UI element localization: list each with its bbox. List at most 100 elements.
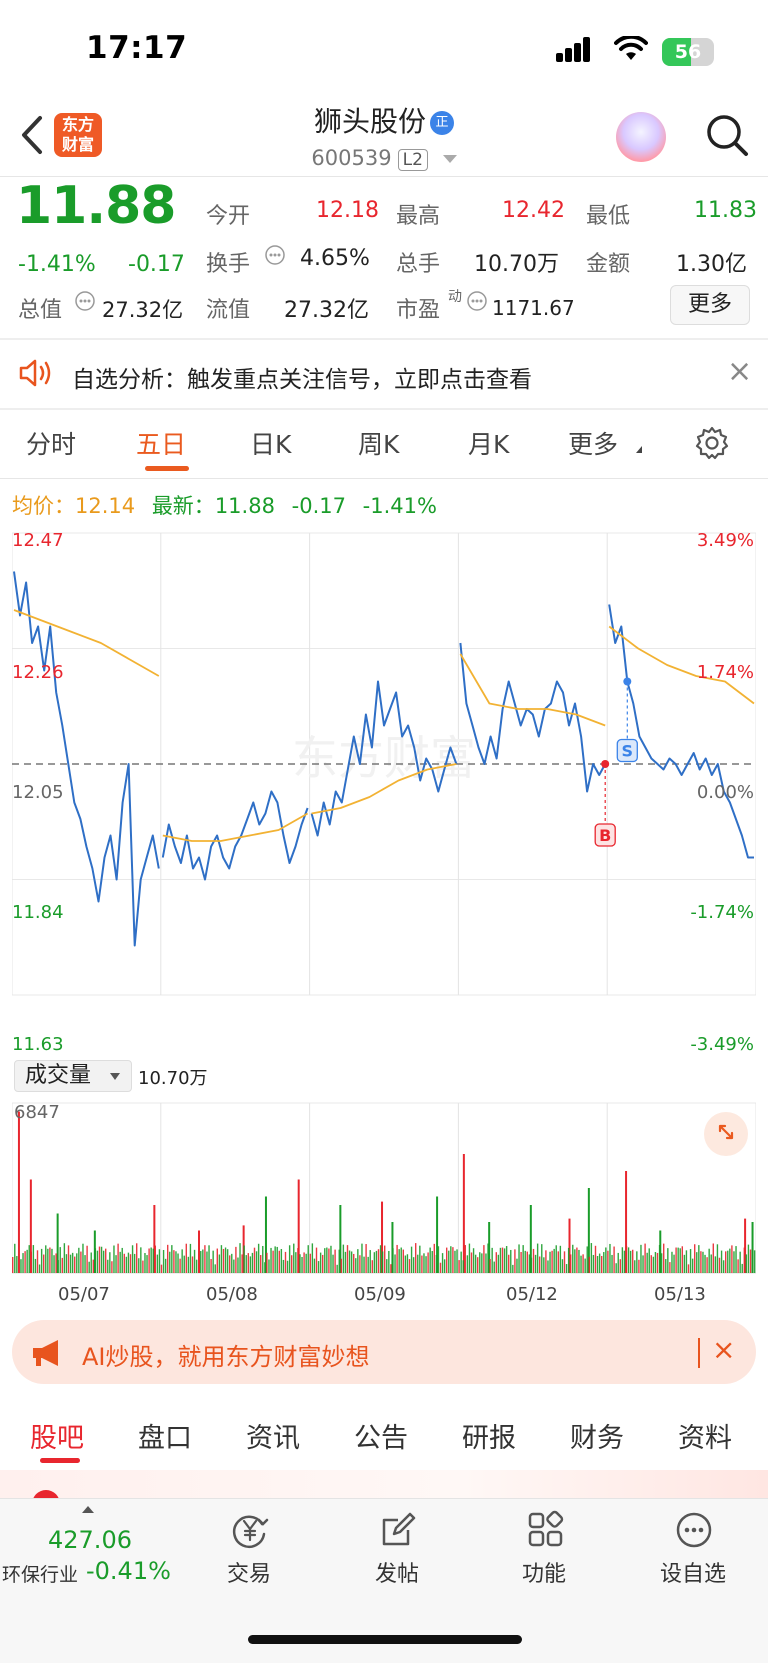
volume-bar: [398, 1249, 400, 1273]
volume-bar: [311, 1243, 314, 1273]
price-chart[interactable]: 东方财富 SB: [12, 527, 756, 1057]
volume-bar: [59, 1247, 61, 1273]
trade-yen-icon[interactable]: [230, 1510, 270, 1550]
volume-bar: [57, 1260, 59, 1273]
volume-bar: [629, 1250, 632, 1273]
volume-bar: [30, 1251, 32, 1273]
latest-percent: -1.41%: [362, 494, 437, 518]
volume-bar: [601, 1255, 603, 1273]
compose-icon[interactable]: [378, 1510, 418, 1550]
volume-bar: [51, 1248, 53, 1273]
volume-bar: [191, 1256, 194, 1273]
volume-bar: [400, 1247, 402, 1273]
pct-tick-label: 0.00%: [696, 782, 754, 803]
volume-bar: [522, 1245, 524, 1273]
sector-change[interactable]: -0.41%: [86, 1557, 171, 1585]
tab-announcements[interactable]: 公告: [354, 1416, 408, 1455]
signal-text[interactable]: 自选分析：触发重点关注信号，立即点击查看: [72, 360, 532, 394]
tab-more[interactable]: 更多: [568, 425, 618, 461]
indicator-select[interactable]: 成交量: [14, 1060, 132, 1092]
volume-bar: [17, 1111, 20, 1273]
volume-total: 10.70万: [138, 1068, 208, 1089]
settings-gear-icon[interactable]: [694, 425, 730, 461]
volume-bar: [741, 1263, 743, 1273]
volume-bar: [648, 1248, 650, 1273]
volume-bar: [586, 1246, 588, 1273]
volume-bar: [317, 1261, 320, 1273]
volume-bar: [673, 1254, 675, 1273]
function-grid-icon[interactable]: [526, 1510, 566, 1550]
info-dots-icon[interactable]: [74, 290, 96, 312]
volume-bar: [288, 1245, 291, 1273]
volume-bar: [448, 1250, 450, 1273]
pe-label: 市盈: [396, 298, 441, 323]
volume-bar: [394, 1254, 396, 1273]
volume-chart[interactable]: [12, 1097, 756, 1279]
tab-fenshi[interactable]: 分时: [26, 425, 76, 461]
expand-icon[interactable]: [704, 1112, 748, 1156]
nav-function[interactable]: 功能: [522, 1556, 566, 1588]
nav-add-watchlist[interactable]: 设自选: [660, 1556, 726, 1588]
tab-day-k[interactable]: 日K: [250, 425, 291, 461]
tab-guba[interactable]: 股吧: [30, 1416, 84, 1455]
amount-label: 金额: [586, 252, 631, 277]
volume-bar: [229, 1255, 231, 1273]
volume-bar: [84, 1255, 86, 1273]
volume-bar: [100, 1246, 103, 1273]
volume-bar: [38, 1264, 41, 1273]
volume-bar: [514, 1249, 516, 1273]
volume-bar: [518, 1244, 520, 1273]
tab-wuri[interactable]: 五日: [136, 425, 186, 461]
volume-bar: [725, 1251, 727, 1273]
pct-tick-label: 3.49%: [696, 530, 754, 551]
volume-bar: [491, 1247, 493, 1273]
tab-news[interactable]: 资讯: [246, 1416, 300, 1455]
robot-assistant-icon[interactable]: [616, 112, 666, 162]
volume-bar: [472, 1248, 475, 1273]
volume-bar: [561, 1259, 564, 1273]
pct-tick-label: -1.74%: [690, 902, 754, 923]
volume-bar: [423, 1253, 425, 1273]
nav-trade[interactable]: 交易: [227, 1556, 271, 1588]
nav-post[interactable]: 发帖: [375, 1556, 419, 1588]
volume-bar: [425, 1256, 427, 1273]
tab-finance[interactable]: 财务: [570, 1416, 624, 1455]
close-icon[interactable]: ×: [712, 1333, 735, 1366]
volume-bar: [650, 1255, 652, 1273]
volume-bar: [739, 1251, 741, 1273]
tab-profile[interactable]: 资料: [678, 1416, 732, 1455]
volume-bar: [417, 1254, 419, 1273]
info-dots-icon[interactable]: [466, 290, 488, 312]
volume-bar: [745, 1254, 748, 1273]
more-quote-button[interactable]: 更多: [670, 285, 750, 325]
x-date-label: 05/13: [654, 1284, 706, 1305]
ai-banner-text[interactable]: AI炒股，就用东方财富妙想: [82, 1337, 370, 1372]
tab-research[interactable]: 研报: [462, 1416, 516, 1455]
volume-bar: [582, 1254, 584, 1273]
volume-bar: [231, 1253, 233, 1273]
volume-bar: [605, 1247, 607, 1273]
tab-pankou[interactable]: 盘口: [138, 1416, 192, 1455]
volume-bar: [615, 1263, 617, 1273]
volume-bar: [464, 1245, 466, 1273]
more-dots-icon[interactable]: [674, 1510, 714, 1550]
volume-bar: [346, 1245, 349, 1273]
volume-bar: [336, 1264, 338, 1273]
volume-bar: [34, 1258, 37, 1273]
tab-month-k[interactable]: 月K: [468, 425, 509, 461]
volume-bar: [487, 1243, 489, 1273]
sector-name[interactable]: 环保行业: [2, 1560, 78, 1587]
volume-bar: [503, 1248, 506, 1273]
volume-bar: [291, 1255, 293, 1273]
chevron-up-icon[interactable]: [82, 1506, 94, 1513]
low-value: 11.83: [694, 198, 757, 223]
search-icon[interactable]: [704, 112, 750, 158]
volume-bar: [547, 1260, 549, 1273]
info-dots-icon[interactable]: [264, 244, 286, 266]
sector-index-value[interactable]: 427.06: [48, 1526, 132, 1554]
volume-bar: [584, 1258, 586, 1273]
close-icon[interactable]: ×: [727, 354, 752, 389]
tab-week-k[interactable]: 周K: [358, 425, 399, 461]
volume-bar: [109, 1252, 111, 1273]
volume-bar: [722, 1260, 725, 1273]
